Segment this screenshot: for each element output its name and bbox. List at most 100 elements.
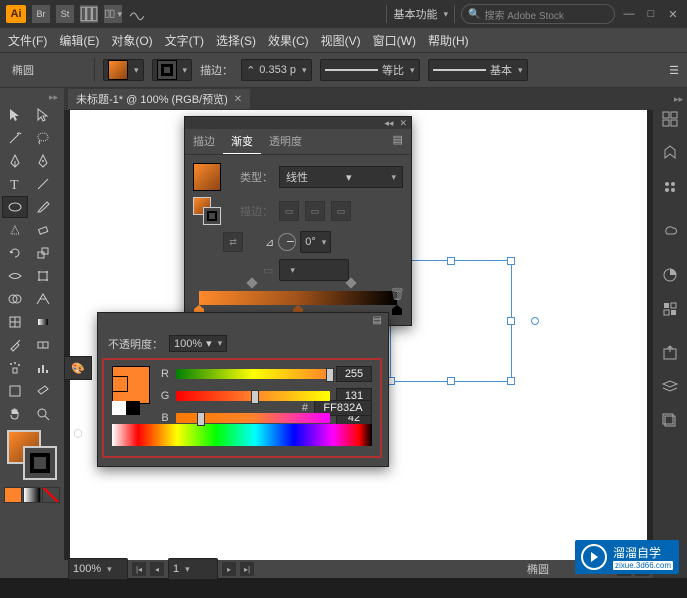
document-tabs: 未标题-1* @ 100% (RGB/预览)✕	[64, 88, 653, 110]
direct-selection-tool[interactable]	[30, 104, 56, 126]
first-artboard-icon[interactable]: |◂	[132, 562, 146, 576]
minimize-button[interactable]: —	[621, 6, 637, 22]
free-transform-tool[interactable]	[30, 265, 56, 287]
opacity-select[interactable]: 100%▾	[169, 335, 227, 352]
zoom-tool[interactable]	[30, 403, 56, 425]
close-tab-icon[interactable]: ✕	[234, 94, 242, 105]
menu-effect[interactable]: 效果(C)	[268, 32, 309, 49]
more-icon[interactable]: ☰	[669, 64, 679, 77]
artboard-nav[interactable]: 1	[168, 558, 218, 580]
swatches-panel-icon[interactable]	[656, 295, 684, 323]
next-artboard-icon[interactable]: ▸	[222, 562, 236, 576]
delete-stop-icon[interactable]: 🗑	[390, 287, 405, 301]
hand-tool[interactable]	[2, 403, 28, 425]
close-button[interactable]: ✕	[665, 6, 681, 22]
export-panel-icon[interactable]	[656, 339, 684, 367]
stroke-weight[interactable]: ⌃0.353 p	[241, 59, 311, 81]
shaper-tool[interactable]	[2, 219, 28, 241]
maximize-button[interactable]: □	[643, 6, 659, 22]
curvature-tool[interactable]	[30, 150, 56, 172]
brushes-panel-icon[interactable]	[656, 173, 684, 201]
reverse-gradient-icon[interactable]: ⇄	[223, 232, 243, 252]
dock-collapse-icon[interactable]: ▸▸	[674, 94, 687, 105]
ellipse-tool[interactable]	[2, 196, 28, 218]
stock-icon[interactable]: St	[56, 5, 74, 23]
panel-close-icon[interactable]: ✕	[399, 118, 407, 129]
layers-panel-icon[interactable]	[656, 373, 684, 401]
graph-tool[interactable]	[30, 357, 56, 379]
perspective-tool[interactable]	[30, 288, 56, 310]
document-tab[interactable]: 未标题-1* @ 100% (RGB/预览)✕	[68, 89, 250, 109]
search-icon: 🔍	[468, 9, 480, 20]
menu-edit[interactable]: 编辑(E)	[59, 32, 99, 49]
stroke-swatch[interactable]	[152, 59, 193, 81]
width-tool[interactable]	[2, 265, 28, 287]
gradient-stop[interactable]	[392, 305, 402, 315]
type-tool[interactable]: T	[2, 173, 28, 195]
fill-swatch[interactable]	[103, 59, 144, 81]
menu-help[interactable]: 帮助(H)	[428, 32, 469, 49]
menu-window[interactable]: 窗口(W)	[373, 32, 416, 49]
vw-profile[interactable]: 等比	[320, 59, 420, 81]
mesh-tool[interactable]	[2, 311, 28, 333]
menu-file[interactable]: 文件(F)	[8, 32, 47, 49]
artboard-tool[interactable]	[2, 380, 28, 402]
panel-menu-icon[interactable]: ▤	[385, 129, 411, 154]
properties-panel-icon[interactable]	[656, 105, 684, 133]
prev-artboard-icon[interactable]: ◂	[150, 562, 164, 576]
spectrum-bar[interactable]	[112, 424, 372, 446]
magic-wand-tool[interactable]	[2, 127, 28, 149]
menu-type[interactable]: 文字(T)	[165, 32, 204, 49]
line-tool[interactable]	[30, 173, 56, 195]
tab-gradient[interactable]: 渐变	[223, 129, 261, 154]
arrange-icon[interactable]	[80, 5, 98, 23]
alt-color-swatch[interactable]	[112, 376, 128, 392]
color-mode-buttons[interactable]	[2, 485, 62, 505]
symbol-sprayer-tool[interactable]	[2, 357, 28, 379]
menu-select[interactable]: 选择(S)	[216, 32, 256, 49]
bridge-icon[interactable]: Br	[32, 5, 50, 23]
bw-swatches[interactable]	[112, 401, 140, 415]
toolbox-collapse-icon[interactable]: ▸▸	[2, 92, 62, 103]
eyedropper-tool[interactable]	[2, 334, 28, 356]
gradient-tool[interactable]	[30, 311, 56, 333]
search-input[interactable]: 🔍搜索 Adobe Stock	[461, 4, 615, 24]
color-panel-menu-icon[interactable]: ▤	[373, 315, 382, 329]
color-mixer-icon[interactable]: 🎨	[64, 356, 92, 380]
artboards-panel-icon[interactable]	[656, 407, 684, 435]
libraries-panel-icon[interactable]	[656, 139, 684, 167]
menu-object[interactable]: 对象(O)	[111, 32, 152, 49]
menu-view[interactable]: 视图(V)	[321, 32, 361, 49]
doc-arrange-dropdown[interactable]	[104, 5, 122, 23]
eraser-tool[interactable]	[30, 219, 56, 241]
workspace-switcher[interactable]: 基本功能	[386, 5, 455, 23]
gradient-type-select[interactable]: 线性▾	[279, 166, 403, 188]
blend-tool[interactable]	[30, 334, 56, 356]
slice-tool[interactable]	[30, 380, 56, 402]
gradient-preview-swatch[interactable]	[193, 163, 221, 191]
g-slider[interactable]	[176, 391, 330, 401]
tab-transparency[interactable]: 透明度	[261, 129, 310, 154]
selection-tool[interactable]	[2, 104, 28, 126]
angle-control[interactable]: ⊿0°	[265, 231, 331, 253]
gradient-ramp[interactable]	[199, 291, 397, 305]
panel-collapse-icon[interactable]: ◂◂	[384, 118, 393, 129]
cc-panel-icon[interactable]	[656, 217, 684, 245]
r-slider[interactable]	[176, 369, 330, 379]
rotate-tool[interactable]	[2, 242, 28, 264]
zoom-level[interactable]: 100%	[68, 558, 128, 580]
last-artboard-icon[interactable]: ▸|	[240, 562, 254, 576]
color-panel-icon[interactable]	[656, 261, 684, 289]
b-slider[interactable]	[176, 413, 330, 423]
panel-fill-stroke[interactable]	[193, 197, 221, 225]
pen-tool[interactable]	[2, 150, 28, 172]
lasso-tool[interactable]	[30, 127, 56, 149]
scale-tool[interactable]	[30, 242, 56, 264]
shape-builder-tool[interactable]	[2, 288, 28, 310]
paintbrush-tool[interactable]	[30, 196, 56, 218]
gpu-icon[interactable]	[128, 5, 146, 23]
fill-stroke-swatch[interactable]	[7, 430, 57, 480]
color-3d-icon[interactable]: ⬡	[65, 422, 91, 444]
tab-stroke[interactable]: 描边	[185, 129, 223, 154]
brush-def[interactable]: 基本	[428, 59, 528, 81]
